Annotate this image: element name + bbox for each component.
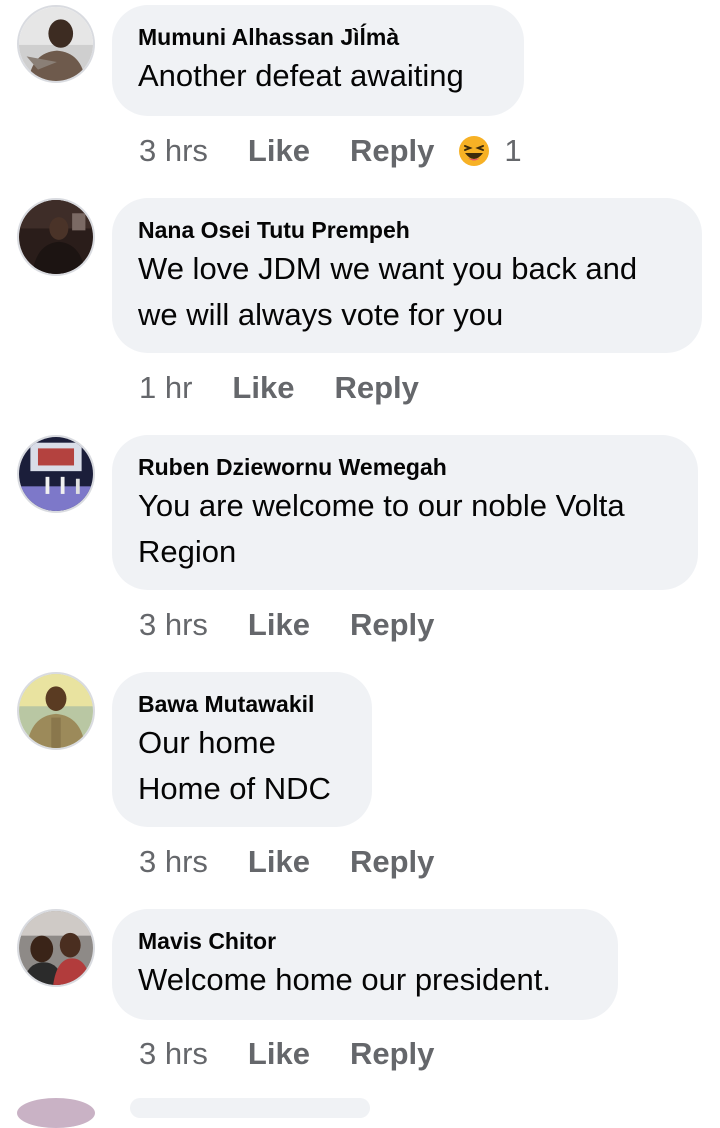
reply-button[interactable]: Reply [350, 1036, 434, 1072]
like-button[interactable]: Like [248, 133, 310, 169]
like-button[interactable]: Like [232, 370, 294, 406]
comment-author[interactable]: Mumuni Alhassan Jìĺmà [138, 23, 498, 51]
comment-bubble: Mavis Chitor Welcome home our president. [112, 909, 618, 1020]
comment-bubble: Mumuni Alhassan Jìĺmà Another defeat awa… [112, 5, 524, 116]
comment-text: Our home Home of NDC [138, 720, 346, 812]
avatar[interactable] [17, 672, 95, 750]
comment-timestamp[interactable]: 3 hrs [139, 844, 208, 880]
comment-text-line: Our home [138, 725, 276, 760]
comment-bubble: Nana Osei Tutu Prempeh We love JDM we wa… [112, 198, 702, 353]
comment-author[interactable]: Mavis Chitor [138, 927, 592, 955]
comment-actions: 3 hrs Like Reply [139, 1034, 474, 1074]
reply-button[interactable]: Reply [334, 370, 418, 406]
comment-timestamp[interactable]: 3 hrs [139, 133, 208, 169]
comment-timestamp[interactable]: 3 hrs [139, 1036, 208, 1072]
reaction-count: 1 [504, 133, 522, 168]
comment-author[interactable]: Nana Osei Tutu Prempeh [138, 216, 676, 244]
reply-button[interactable]: Reply [350, 607, 434, 643]
avatar[interactable] [17, 198, 95, 276]
avatar[interactable] [17, 435, 95, 513]
comment-text: Another defeat awaiting [138, 58, 464, 93]
comment-text: Welcome home our president. [138, 962, 551, 997]
comment-actions: 3 hrs Like Reply 1 [139, 131, 522, 171]
comment-timestamp[interactable]: 3 hrs [139, 607, 208, 643]
like-button[interactable]: Like [248, 607, 310, 643]
like-button[interactable]: Like [248, 844, 310, 880]
comment-author[interactable]: Bawa Mutawakil [138, 690, 346, 718]
comment-actions: 3 hrs Like Reply [139, 605, 474, 645]
comment-text: We love JDM we want you back and we will… [138, 251, 638, 332]
comment-bubble [130, 1098, 370, 1118]
avatar[interactable] [17, 909, 95, 987]
comment-timestamp[interactable]: 1 hr [139, 370, 192, 406]
reply-button[interactable]: Reply [350, 133, 434, 169]
comment-author[interactable]: Ruben Dziewornu Wemegah [138, 453, 672, 481]
like-button[interactable]: Like [248, 1036, 310, 1072]
comment-actions: 3 hrs Like Reply [139, 842, 474, 882]
comment-bubble: Ruben Dziewornu Wemegah You are welcome … [112, 435, 698, 590]
avatar[interactable] [17, 5, 95, 83]
comment-actions: 1 hr Like Reply [139, 368, 459, 408]
comment-text: You are welcome to our noble Volta Regio… [138, 488, 625, 569]
comment-bubble: Bawa Mutawakil Our home Home of NDC [112, 672, 372, 827]
laughing-face-icon [459, 136, 490, 166]
reaction-summary[interactable]: 1 [458, 133, 522, 169]
comment-text-line: Home of NDC [138, 771, 331, 806]
reply-button[interactable]: Reply [350, 844, 434, 880]
